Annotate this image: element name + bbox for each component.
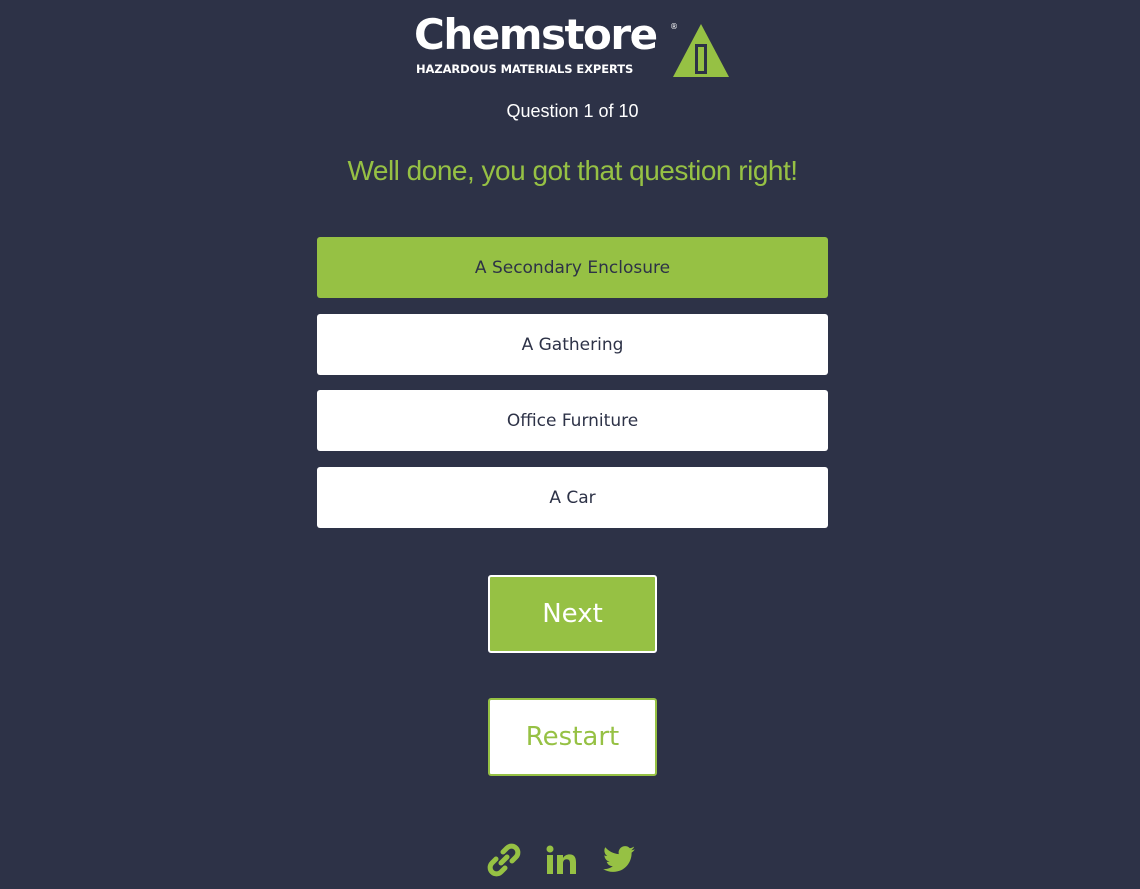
- quiz-page: Chemstore ® HAZARDOUS MATERIALS EXPERTS …: [0, 0, 1140, 889]
- answer-feedback: Well done, you got that question right!: [347, 155, 798, 186]
- restart-button[interactable]: Restart: [488, 698, 657, 776]
- logo-tagline: HAZARDOUS MATERIALS EXPERTS: [416, 62, 634, 76]
- answer-option-4[interactable]: A Car: [317, 467, 828, 528]
- warning-triangle-icon: [673, 24, 729, 77]
- link-icon: [487, 843, 521, 877]
- twitter-icon: [603, 846, 635, 872]
- share-link-button[interactable]: [485, 840, 523, 880]
- next-button[interactable]: Next: [488, 575, 657, 653]
- answer-option-3[interactable]: Office Furniture: [317, 390, 828, 451]
- logo-wordmark: Chemstore: [414, 10, 658, 59]
- answer-option-1[interactable]: A Secondary Enclosure: [317, 237, 828, 298]
- question-progress: Question 1 of 10: [506, 101, 639, 121]
- linkedin-share-button[interactable]: [544, 840, 578, 880]
- answer-option-2[interactable]: A Gathering: [317, 314, 828, 375]
- linkedin-icon: [546, 845, 576, 874]
- twitter-share-button[interactable]: [600, 840, 638, 880]
- chemstore-logo: Chemstore ® HAZARDOUS MATERIALS EXPERTS: [414, 14, 732, 80]
